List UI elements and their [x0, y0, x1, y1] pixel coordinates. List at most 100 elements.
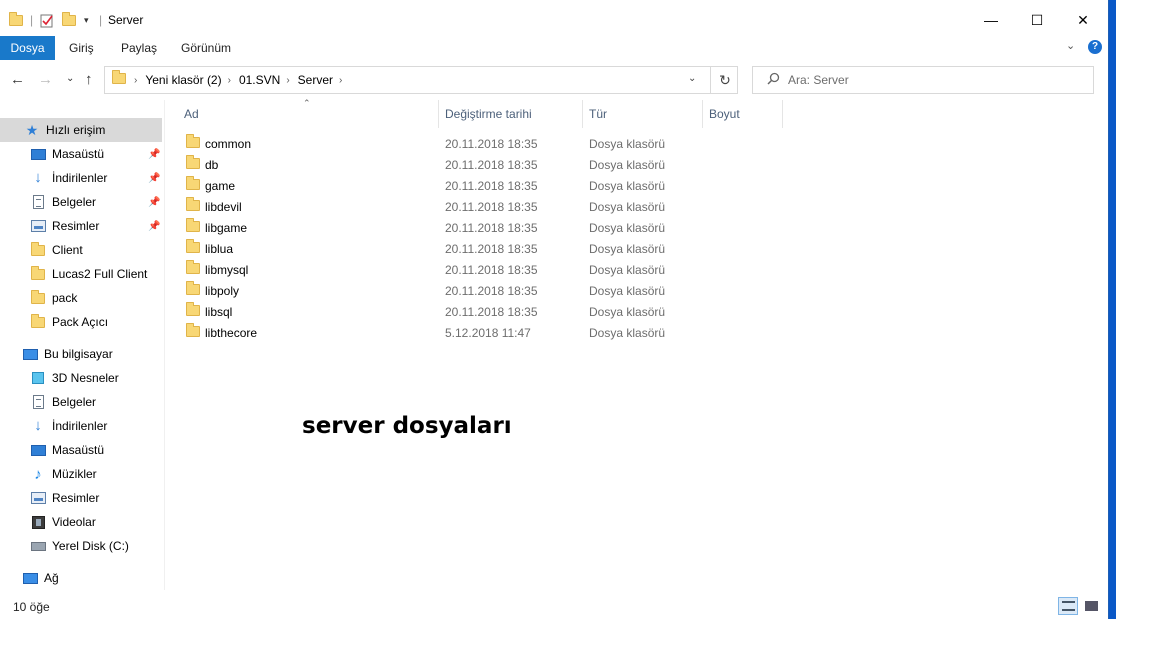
sidebar-item-pc-documents[interactable]: Belgeler: [0, 390, 162, 414]
sidebar-item-client[interactable]: Client: [0, 238, 162, 262]
search-icon: [767, 72, 780, 88]
file-type: Dosya klasörü: [589, 178, 666, 193]
folder-icon: [30, 241, 46, 257]
folder-icon: [186, 281, 200, 298]
file-type: Dosya klasörü: [589, 304, 666, 319]
pin-icon[interactable]: 📌: [148, 221, 160, 232]
close-button[interactable]: ✕: [1060, 5, 1106, 35]
column-header-date[interactable]: Değiştirme tarihi: [439, 100, 583, 128]
sidebar-item-3d-objects[interactable]: 3D Nesneler: [0, 366, 162, 390]
sidebar-item-local-disk[interactable]: Yerel Disk (C:): [0, 534, 162, 558]
sidebar-item-label: Lucas2 Full Client: [52, 267, 148, 281]
large-icons-view-button[interactable]: [1081, 597, 1101, 615]
pin-icon[interactable]: 📌: [148, 197, 160, 208]
folder-icon: [186, 197, 200, 214]
ribbon-collapse-icon[interactable]: ⌄: [1066, 39, 1075, 52]
file-name: libmysql: [205, 262, 249, 277]
item-count: 10 öğe: [13, 600, 50, 614]
computer-icon: [22, 347, 38, 361]
status-bar: 10 öğe: [0, 592, 1106, 619]
videos-icon: [30, 515, 46, 529]
recent-locations-button[interactable]: ⌄: [66, 73, 74, 84]
breadcrumb-server[interactable]: Server: [298, 73, 333, 87]
address-dropdown-icon[interactable]: ⌄: [688, 73, 696, 84]
sidebar-item-documents[interactable]: Belgeler 📌: [0, 190, 162, 214]
column-header-size[interactable]: Boyut: [703, 100, 783, 128]
sidebar-item-pictures[interactable]: Resimler 📌: [0, 214, 162, 238]
minimize-button[interactable]: —: [968, 5, 1014, 35]
table-row[interactable]: liblua 20.11.2018 18:35 Dosya klasörü: [184, 238, 784, 259]
properties-icon[interactable]: [40, 12, 54, 28]
file-date: 20.11.2018 18:35: [445, 283, 538, 298]
sidebar-item-this-pc[interactable]: Bu bilgisayar: [0, 342, 162, 366]
column-header-type[interactable]: Tür: [583, 100, 703, 128]
toolbar-separator: |: [99, 13, 103, 27]
table-row[interactable]: libgame 20.11.2018 18:35 Dosya klasörü: [184, 217, 784, 238]
sidebar-item-label: Belgeler: [52, 195, 97, 209]
table-row[interactable]: game 20.11.2018 18:35 Dosya klasörü: [184, 175, 784, 196]
tab-home[interactable]: Giriş: [59, 36, 104, 60]
table-row[interactable]: libdevil 20.11.2018 18:35 Dosya klasörü: [184, 196, 784, 217]
column-header-name[interactable]: Ad: [170, 100, 439, 128]
pictures-icon: [30, 219, 46, 233]
file-date: 20.11.2018 18:35: [445, 220, 538, 235]
sidebar-item-label: Müzikler: [52, 467, 97, 481]
table-row[interactable]: libpoly 20.11.2018 18:35 Dosya klasörü: [184, 280, 784, 301]
file-date: 20.11.2018 18:35: [445, 241, 538, 256]
details-view-icon: [1061, 601, 1075, 611]
maximize-button[interactable]: ☐: [1014, 5, 1060, 35]
breadcrumb-yeni-klasor[interactable]: Yeni klasör (2): [145, 73, 221, 87]
3d-objects-icon: [30, 371, 46, 385]
sidebar-item-lucas2[interactable]: Lucas2 Full Client: [0, 262, 162, 286]
downloads-icon: ↓: [34, 417, 42, 434]
table-row[interactable]: common 20.11.2018 18:35 Dosya klasörü: [184, 133, 784, 154]
title-bar: | ▾ | Server — ☐ ✕: [0, 5, 1106, 35]
sidebar-item-pack-acici[interactable]: Pack Açıcı: [0, 310, 162, 334]
up-button[interactable]: ↑: [85, 71, 93, 88]
breadcrumb-01svn[interactable]: 01.SVN: [239, 73, 280, 87]
file-date: 5.12.2018 11:47: [445, 325, 531, 340]
sidebar-item-quick-access[interactable]: ★ Hızlı erişim: [0, 118, 162, 142]
help-icon[interactable]: ?: [1088, 40, 1102, 54]
sidebar-item-pc-desktop[interactable]: Masaüstü: [0, 438, 162, 462]
file-name: libsql: [205, 304, 233, 319]
network-icon: [22, 571, 38, 585]
sidebar-item-pc-pictures[interactable]: Resimler: [0, 486, 162, 510]
table-row[interactable]: libsql 20.11.2018 18:35 Dosya klasörü: [184, 301, 784, 322]
folder-icon: [30, 313, 46, 329]
tab-share[interactable]: Paylaş: [111, 36, 167, 60]
pin-icon[interactable]: 📌: [148, 149, 160, 160]
sidebar-item-music[interactable]: ♪ Müzikler: [0, 462, 162, 486]
table-row[interactable]: db 20.11.2018 18:35 Dosya klasörü: [184, 154, 784, 175]
new-folder-icon[interactable]: [62, 11, 76, 28]
breadcrumb-separator[interactable]: ›: [286, 75, 289, 86]
search-input[interactable]: Ara: Server: [788, 73, 849, 87]
sidebar-item-label: Resimler: [52, 491, 100, 505]
folder-icon: [186, 323, 200, 340]
sidebar-item-downloads[interactable]: ↓ İndirilenler 📌: [0, 166, 162, 190]
breadcrumb-separator[interactable]: ›: [228, 75, 231, 86]
back-button[interactable]: ←: [10, 71, 25, 88]
sidebar-item-pc-downloads[interactable]: ↓ İndirilenler: [0, 414, 162, 438]
tab-view[interactable]: Görünüm: [171, 36, 241, 60]
folder-icon: [9, 11, 23, 28]
search-box[interactable]: Ara: Server: [752, 66, 1094, 94]
sidebar-item-network[interactable]: Ağ: [0, 566, 162, 590]
address-bar[interactable]: › Yeni klasör (2) › 01.SVN › Server ›: [104, 66, 738, 94]
customize-toolbar-icon[interactable]: ▾: [84, 12, 89, 28]
forward-button[interactable]: →: [38, 71, 53, 88]
sidebar-item-desktop[interactable]: Masaüstü 📌: [0, 142, 162, 166]
table-row[interactable]: libmysql 20.11.2018 18:35 Dosya klasörü: [184, 259, 784, 280]
sidebar-item-videos[interactable]: Videolar: [0, 510, 162, 534]
folder-icon: [186, 260, 200, 277]
sidebar-item-pack[interactable]: pack: [0, 286, 162, 310]
table-row[interactable]: libthecore 5.12.2018 11:47 Dosya klasörü: [184, 322, 784, 343]
breadcrumb-separator[interactable]: ›: [339, 75, 342, 86]
pin-icon[interactable]: 📌: [148, 173, 160, 184]
details-view-button[interactable]: [1058, 597, 1078, 615]
refresh-button[interactable]: ↻: [710, 66, 739, 94]
pictures-icon: [30, 491, 46, 505]
file-date: 20.11.2018 18:35: [445, 178, 538, 193]
file-date: 20.11.2018 18:35: [445, 304, 538, 319]
tab-file[interactable]: Dosya: [0, 36, 55, 60]
